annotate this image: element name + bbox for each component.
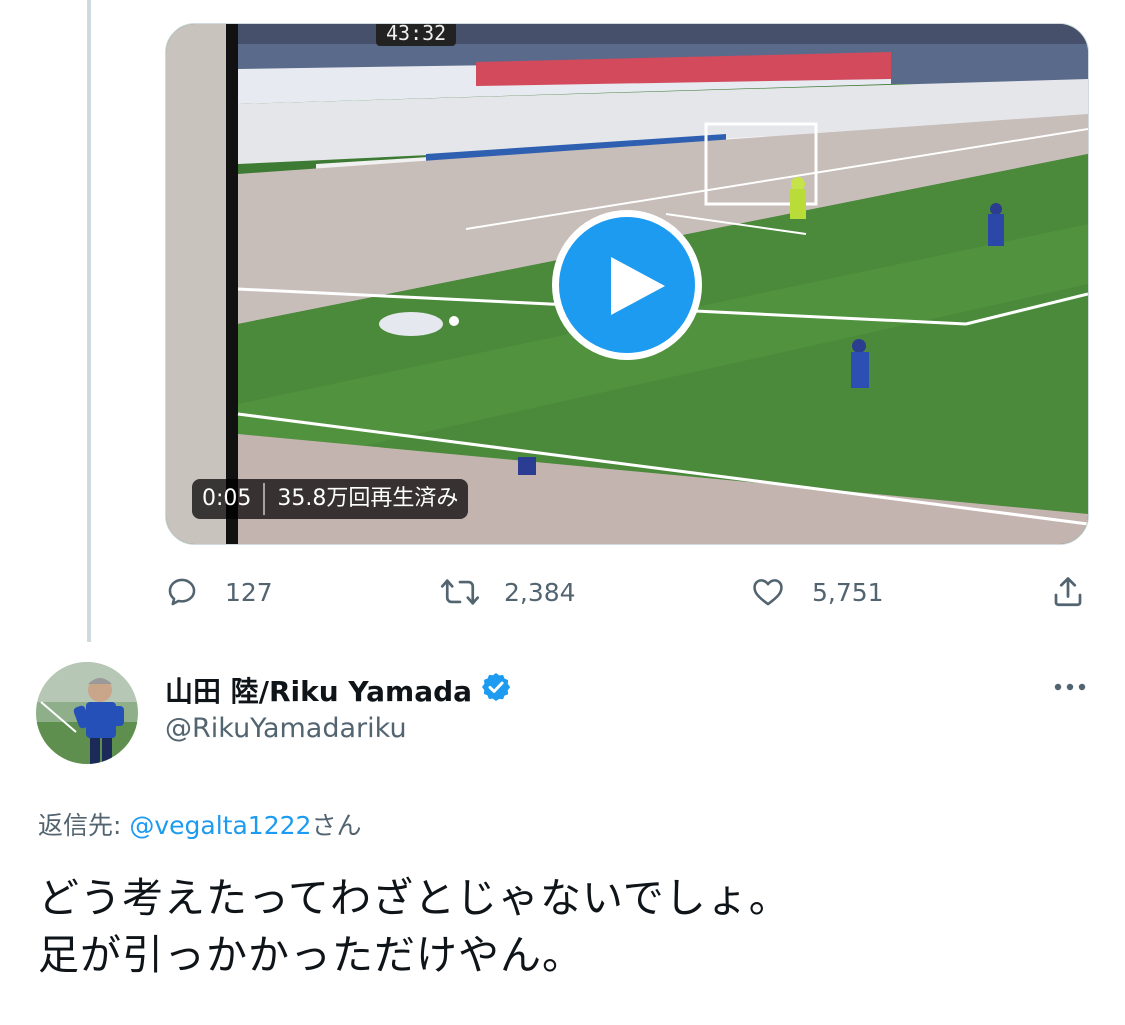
reply-button[interactable]: 127 xyxy=(165,567,273,617)
play-button[interactable] xyxy=(552,210,702,360)
tweet-text: どう考えたってわざとじゃないでしょ。 足が引っかかっただけやん。 xyxy=(38,870,791,984)
video-player[interactable]: 43:32 0:05 35.8万回再生済み xyxy=(165,23,1089,545)
more-icon xyxy=(1054,683,1086,691)
verified-badge-icon xyxy=(480,671,512,710)
reply-prefix: 返信先: xyxy=(38,811,130,840)
reply-mention-link[interactable]: @vegalta1222 xyxy=(129,811,311,840)
thread-line xyxy=(87,0,91,642)
retweet-icon xyxy=(440,579,480,605)
retweet-button[interactable]: 2,384 xyxy=(440,567,576,617)
video-info-badge: 0:05 35.8万回再生済み xyxy=(192,479,469,519)
badge-divider xyxy=(263,483,266,515)
tweet-action-bar: 127 2,384 5,751 xyxy=(165,567,1090,617)
scoreboard-clock: 43:32 xyxy=(376,24,457,46)
like-icon xyxy=(753,579,783,606)
video-view-count: 35.8万回再生済み xyxy=(277,486,459,511)
play-icon xyxy=(611,257,665,315)
video-duration: 0:05 xyxy=(202,486,252,511)
retweet-count: 2,384 xyxy=(504,577,576,607)
tweet-text-line-1: どう考えたってわざとじゃないでしょ。 xyxy=(38,874,791,922)
share-button[interactable] xyxy=(1050,567,1086,617)
reply-icon xyxy=(168,578,196,606)
user-handle[interactable]: @RikuYamadariku xyxy=(165,713,407,744)
tweet-text-line-2: 足が引っかかっただけやん。 xyxy=(38,931,584,979)
share-icon xyxy=(1054,577,1082,607)
replying-to: 返信先: @vegalta1222さん xyxy=(38,806,361,842)
display-name-text: 山田 陸/Riku Yamada xyxy=(165,675,473,708)
more-options-button[interactable] xyxy=(1050,670,1090,704)
display-name[interactable]: 山田 陸/Riku Yamada xyxy=(165,670,512,710)
avatar-photo xyxy=(36,662,138,764)
reply-count: 127 xyxy=(225,577,273,607)
reply-suffix: さん xyxy=(311,811,362,840)
avatar[interactable] xyxy=(36,662,138,764)
like-button[interactable]: 5,751 xyxy=(750,567,884,617)
like-count: 5,751 xyxy=(812,577,884,607)
